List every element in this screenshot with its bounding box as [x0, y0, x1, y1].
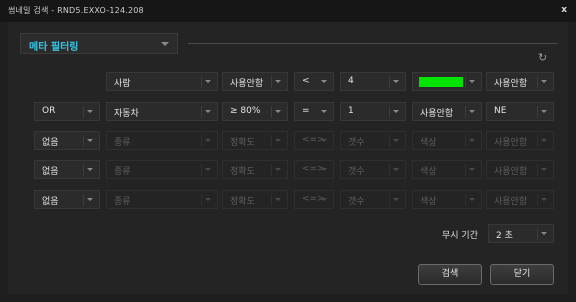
chevron-down-icon — [275, 80, 281, 83]
title-bar: 썸네일 검색 - RND5.EXXO-124.208 x — [0, 0, 576, 22]
chevron-down-icon — [205, 198, 211, 201]
chevron-down-icon — [205, 110, 211, 113]
operator-dropdown[interactable]: = — [294, 102, 334, 121]
chevron-down-icon — [541, 139, 547, 142]
color-dropdown: 색상 — [412, 131, 482, 150]
count-dropdown[interactable]: 1 — [340, 102, 406, 121]
chevron-down-icon — [87, 110, 93, 113]
count-dropdown[interactable]: 4 — [340, 72, 406, 91]
chevron-down-icon — [321, 168, 327, 171]
extra-dropdown: 사용안함 — [486, 160, 554, 179]
chevron-down-icon — [87, 139, 93, 142]
object-type-dropdown: 종류 — [106, 190, 218, 209]
extra-dropdown[interactable]: 사용안함 — [486, 72, 554, 91]
operator-dropdown: <=> — [294, 131, 334, 150]
operator-dropdown[interactable]: < — [294, 72, 334, 91]
meta-filter-dropdown[interactable]: 메타 필터링 — [20, 33, 178, 54]
chevron-down-icon — [469, 139, 475, 142]
chevron-down-icon — [321, 139, 327, 142]
color-swatch — [419, 77, 463, 87]
ignore-duration-label: 무시 기간 — [442, 231, 478, 241]
chevron-down-icon — [541, 198, 547, 201]
object-type-dropdown[interactable]: 사람 — [106, 72, 218, 91]
chevron-down-icon — [393, 198, 399, 201]
chevron-down-icon — [541, 110, 547, 113]
chevron-down-icon — [393, 80, 399, 83]
chevron-down-icon — [541, 232, 547, 235]
logic-dropdown[interactable]: 없음 — [34, 160, 100, 179]
chevron-down-icon — [469, 198, 475, 201]
window-title: 썸네일 검색 - RND5.EXXO-124.208 — [8, 6, 144, 15]
chevron-down-icon — [321, 80, 327, 83]
object-type-dropdown[interactable]: 자동차 — [106, 102, 218, 121]
divider — [188, 43, 558, 44]
logic-dropdown[interactable]: OR — [34, 102, 100, 121]
accuracy-dropdown[interactable]: 사용안함 — [222, 72, 288, 91]
count-dropdown: 갯수 — [340, 131, 406, 150]
chevron-down-icon — [275, 198, 281, 201]
operator-dropdown: <=> — [294, 190, 334, 209]
chevron-down-icon — [205, 139, 211, 142]
count-dropdown: 갯수 — [340, 190, 406, 209]
accuracy-dropdown[interactable]: ≥ 80% — [222, 102, 288, 121]
chevron-down-icon — [321, 110, 327, 113]
chevron-down-icon — [205, 80, 211, 83]
count-dropdown: 갯수 — [340, 160, 406, 179]
logic-dropdown[interactable]: 없음 — [34, 131, 100, 150]
chevron-down-icon — [161, 42, 169, 46]
extra-dropdown: 사용안함 — [486, 131, 554, 150]
chevron-down-icon — [541, 80, 547, 83]
chevron-down-icon — [87, 168, 93, 171]
color-dropdown[interactable] — [412, 72, 482, 91]
chevron-down-icon — [469, 168, 475, 171]
search-button[interactable]: 검색 — [418, 264, 482, 285]
chevron-down-icon — [275, 110, 281, 113]
chevron-down-icon — [393, 139, 399, 142]
color-dropdown: 색상 — [412, 160, 482, 179]
chevron-down-icon — [321, 198, 327, 201]
chevron-down-icon — [469, 80, 475, 83]
close-button[interactable]: 닫기 — [490, 264, 554, 285]
color-dropdown: 색상 — [412, 190, 482, 209]
object-type-dropdown: 종류 — [106, 131, 218, 150]
chevron-down-icon — [275, 139, 281, 142]
extra-dropdown[interactable]: NE — [486, 102, 554, 121]
chevron-down-icon — [205, 168, 211, 171]
chevron-down-icon — [541, 168, 547, 171]
extra-dropdown: 사용안함 — [486, 190, 554, 209]
object-type-dropdown: 종류 — [106, 160, 218, 179]
chevron-down-icon — [393, 110, 399, 113]
chevron-down-icon — [393, 168, 399, 171]
accuracy-dropdown: 정확도 — [222, 160, 288, 179]
accuracy-dropdown: 정확도 — [222, 131, 288, 150]
operator-dropdown: <=> — [294, 160, 334, 179]
meta-filter-label: 메타 필터링 — [29, 42, 79, 53]
close-icon[interactable]: x — [561, 5, 567, 15]
chevron-down-icon — [469, 110, 475, 113]
refresh-icon[interactable]: ↻ — [538, 51, 547, 64]
color-dropdown[interactable]: 사용안함 — [412, 102, 482, 121]
chevron-down-icon — [87, 198, 93, 201]
search-dialog — [8, 22, 568, 294]
ignore-duration-dropdown[interactable]: 2 초 — [488, 224, 554, 243]
accuracy-dropdown: 정확도 — [222, 190, 288, 209]
chevron-down-icon — [275, 168, 281, 171]
logic-dropdown[interactable]: 없음 — [34, 190, 100, 209]
